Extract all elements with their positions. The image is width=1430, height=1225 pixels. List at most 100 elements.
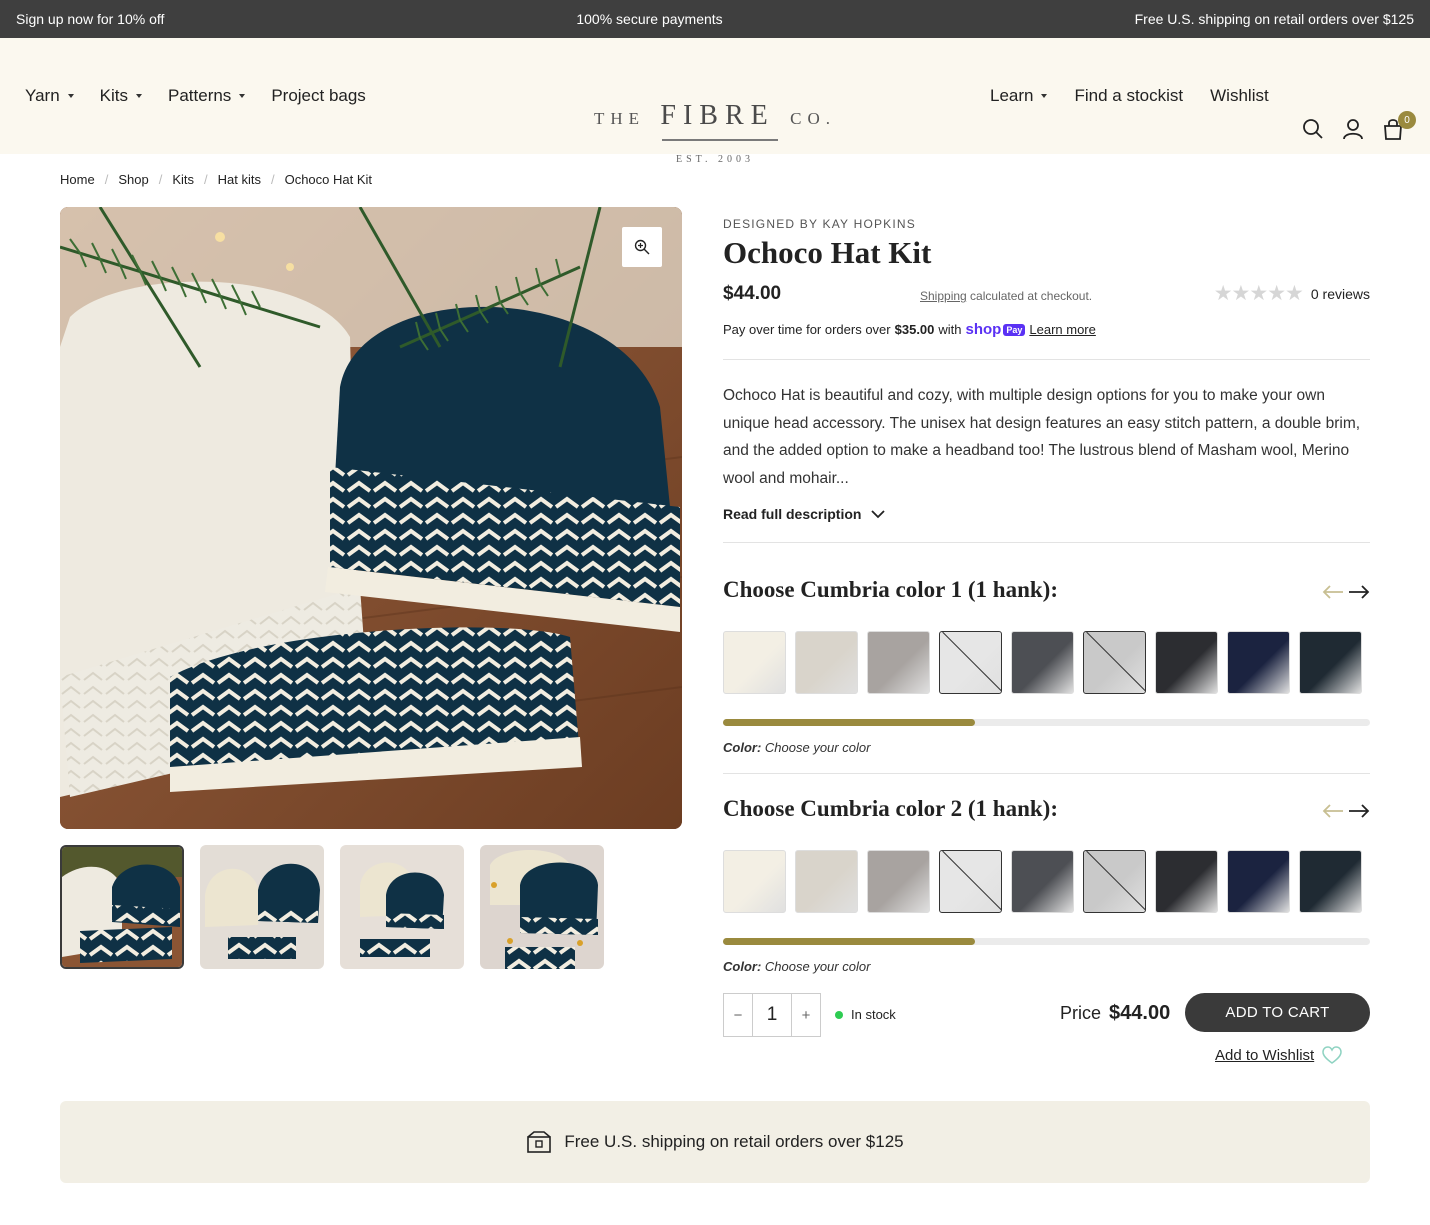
announcement-bar: Sign up now for 10% off 100% secure paym…	[0, 0, 1430, 38]
color-swatch[interactable]	[723, 631, 786, 694]
caret-down-icon	[239, 94, 246, 98]
nav-label: Patterns	[168, 86, 232, 105]
color-swatch[interactable]	[1011, 850, 1074, 913]
color-swatch[interactable]	[1083, 850, 1146, 913]
color-swatch[interactable]	[867, 631, 930, 694]
shop-pay-wordmark: shop	[965, 321, 1002, 338]
designer-credit[interactable]: DESIGNED BY KAY HOPKINS	[723, 217, 1370, 231]
reviews-summary[interactable]: ★★★★★ 0 reviews	[1214, 281, 1370, 306]
color-swatch[interactable]	[1155, 631, 1218, 694]
breadcrumb-separator: /	[104, 172, 109, 187]
breadcrumb-home[interactable]: Home	[60, 172, 95, 187]
color-swatch[interactable]	[1011, 631, 1074, 694]
nav-find-stockist[interactable]: Find a stockist	[1074, 86, 1183, 106]
color-picker-title: Choose Cumbria color 2 (1 hank):	[723, 796, 1059, 821]
price-value: $44.00	[1109, 1002, 1171, 1024]
color-swatch[interactable]	[939, 850, 1002, 913]
thumbnail-2[interactable]	[200, 845, 324, 969]
payover-with: with	[938, 322, 962, 337]
add-to-wishlist[interactable]: Add to Wishlist	[1215, 1046, 1342, 1064]
color-label-value: Choose your color	[764, 740, 871, 755]
nav-patterns[interactable]: Patterns	[168, 86, 246, 106]
breadcrumb-shop[interactable]: Shop	[118, 172, 148, 187]
main-product-image[interactable]	[60, 207, 682, 829]
nav-label: Wishlist	[1210, 86, 1269, 105]
breadcrumb-current: Ochoco Hat Kit	[284, 172, 373, 187]
color-swatch[interactable]	[723, 850, 786, 913]
thumbnail-image	[480, 845, 604, 969]
site-logo[interactable]: THE FIBRE CO. EST. 2003	[594, 100, 836, 174]
color-swatch[interactable]	[1155, 850, 1218, 913]
nav-label: Yarn	[25, 86, 60, 105]
arrow-right-icon[interactable]	[1348, 585, 1370, 599]
color-picker-2: Choose Cumbria color 2 (1 hank): Color: …	[723, 796, 1370, 974]
nav-yarn[interactable]: Yarn	[25, 86, 74, 106]
logo-est: EST. 2003	[675, 154, 755, 165]
color-swatch[interactable]	[795, 850, 858, 913]
header-icons: 0	[1302, 111, 1416, 142]
quantity-input[interactable]: 1	[752, 994, 792, 1036]
color-picker-title: Choose Cumbria color 1 (1 hank):	[723, 577, 1059, 602]
nav-learn[interactable]: Learn	[990, 86, 1048, 106]
quantity-decrease-button[interactable]: −	[724, 994, 752, 1036]
color-swatch[interactable]	[1083, 631, 1146, 694]
product-description: Ochoco Hat is beautiful and cozy, with m…	[723, 387, 1361, 487]
read-full-description-button[interactable]: Read full description	[723, 506, 1370, 522]
divider	[723, 359, 1370, 360]
color-swatch[interactable]	[939, 631, 1002, 694]
account-icon[interactable]	[1342, 118, 1364, 142]
payover-text: Pay over time for orders over	[723, 322, 891, 337]
site-header: Yarn Kits Patterns Project bags THE FIBR…	[0, 38, 1430, 165]
zoom-in-icon	[634, 239, 650, 255]
price-row: $44.00 Shipping calculated at checkout. …	[723, 277, 1370, 317]
thumbnail-image	[62, 847, 182, 967]
selected-color-label: Color: Choose your color	[723, 959, 1370, 974]
color-swatch[interactable]	[867, 850, 930, 913]
secure-payments-note: 100% secure payments	[576, 11, 723, 27]
arrow-left-icon[interactable]	[1322, 804, 1344, 818]
signup-offer[interactable]: Sign up now for 10% off	[16, 11, 164, 27]
color-swatch[interactable]	[1299, 631, 1362, 694]
chevron-down-icon	[871, 509, 886, 518]
cart-icon[interactable]: 0	[1382, 111, 1416, 142]
breadcrumb-separator: /	[270, 172, 275, 187]
swatch-scroll-progress	[723, 938, 1370, 945]
logo-wordmark: THE FIBRE CO.	[594, 100, 836, 132]
add-to-cart-button[interactable]: ADD TO CART	[1185, 993, 1370, 1032]
arrow-left-icon[interactable]	[1322, 585, 1344, 599]
color-swatch[interactable]	[1227, 631, 1290, 694]
color-picker-header: Choose Cumbria color 1 (1 hank):	[723, 577, 1370, 617]
nav-project-bags[interactable]: Project bags	[271, 86, 366, 106]
shipping-text: calculated at checkout.	[966, 289, 1093, 303]
secondary-nav: Learn Find a stockist Wishlist	[990, 38, 1269, 154]
thumbnail-4[interactable]	[480, 845, 604, 969]
breadcrumb-hat-kits[interactable]: Hat kits	[218, 172, 261, 187]
arrow-right-icon[interactable]	[1348, 804, 1370, 818]
color-swatch[interactable]	[795, 631, 858, 694]
search-icon[interactable]	[1302, 118, 1324, 142]
nav-kits[interactable]: Kits	[100, 86, 142, 106]
shipping-link[interactable]: Shipping	[920, 289, 967, 303]
wishlist-link: Add to Wishlist	[1215, 1046, 1315, 1064]
zoom-button[interactable]	[622, 227, 662, 267]
thumbnail-1[interactable]	[60, 845, 184, 969]
thumbnail-image	[340, 845, 464, 969]
caret-down-icon	[67, 94, 74, 98]
cart-count-badge: 0	[1398, 111, 1416, 129]
quantity-increase-button[interactable]: +	[792, 994, 820, 1036]
breadcrumb-kits[interactable]: Kits	[172, 172, 194, 187]
swatch-nav	[1322, 585, 1370, 599]
swatch-list	[723, 850, 1370, 913]
payover-amount: $35.00	[894, 322, 935, 337]
product-title: Ochoco Hat Kit	[723, 235, 932, 270]
logo-the: THE	[594, 109, 646, 128]
thumbnail-3[interactable]	[340, 845, 464, 969]
swatch-list	[723, 631, 1370, 694]
breadcrumb-separator: /	[158, 172, 163, 187]
nav-wishlist[interactable]: Wishlist	[1210, 86, 1269, 106]
learn-more-link[interactable]: Learn more	[1029, 322, 1095, 337]
free-shipping-banner: Free U.S. shipping on retail orders over…	[60, 1101, 1370, 1183]
logo-underline	[662, 139, 778, 141]
color-swatch[interactable]	[1299, 850, 1362, 913]
color-swatch[interactable]	[1227, 850, 1290, 913]
